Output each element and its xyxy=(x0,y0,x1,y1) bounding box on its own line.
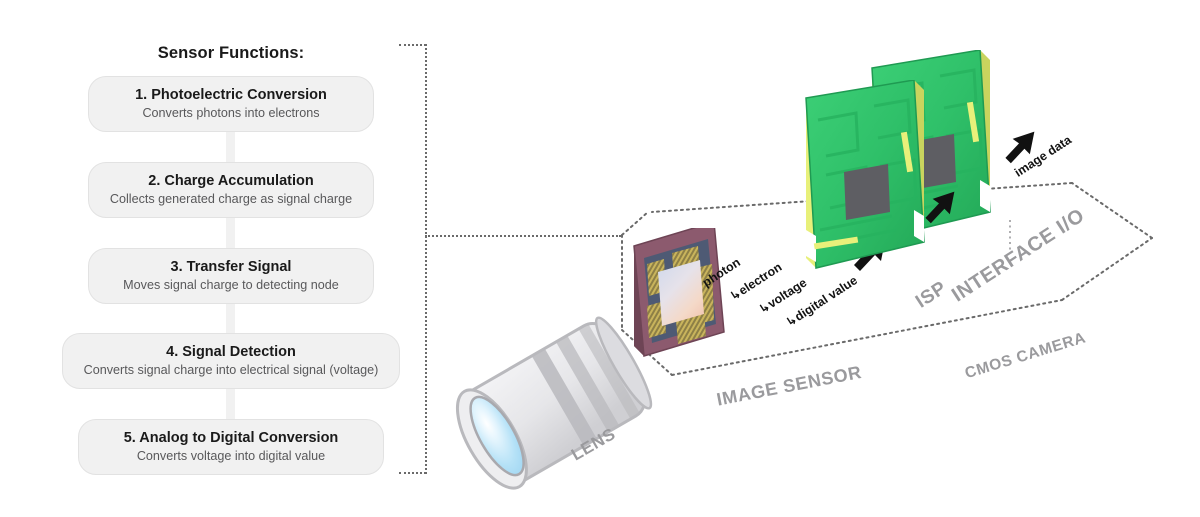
step-box-2[interactable]: 2. Charge Accumulation Collects generate… xyxy=(88,162,374,218)
step-1-title: 1. Photoelectric Conversion xyxy=(135,86,327,103)
step-3-desc: Moves signal charge to detecting node xyxy=(123,278,339,293)
step-box-3[interactable]: 3. Transfer Signal Moves signal charge t… xyxy=(88,248,374,304)
bracket-branch-to-sensor xyxy=(425,235,621,237)
step-4-title: 4. Signal Detection xyxy=(166,343,296,360)
step-5-title: 5. Analog to Digital Conversion xyxy=(123,429,339,446)
step-2-title: 2. Charge Accumulation xyxy=(148,172,314,189)
bracket-vertical xyxy=(425,44,427,474)
step-2-desc: Collects generated charge as signal char… xyxy=(109,192,353,207)
step-4-desc: Converts signal charge into electrical s… xyxy=(83,363,379,378)
step-box-4[interactable]: 4. Signal Detection Converts signal char… xyxy=(62,333,400,389)
image-sensor-illustration xyxy=(633,228,725,357)
diagram-canvas: Sensor Functions: 1. Photoelectric Conve… xyxy=(0,0,1200,517)
step-box-5[interactable]: 5. Analog to Digital Conversion Converts… xyxy=(78,419,384,475)
step-box-1[interactable]: 1. Photoelectric Conversion Converts pho… xyxy=(88,76,374,132)
arrow-isp-to-interface xyxy=(925,191,955,224)
flow-title: Sensor Functions: xyxy=(157,44,305,62)
pcb-isp xyxy=(805,80,925,269)
bracket-top-stub xyxy=(399,44,426,46)
step-1-desc: Converts photons into electrons xyxy=(142,106,320,121)
step-3-title: 3. Transfer Signal xyxy=(170,258,292,275)
cmos-camera-label: CMOS CAMERA xyxy=(963,329,1088,383)
step-5-desc: Converts voltage into digital value xyxy=(136,449,326,464)
bracket-bottom-stub xyxy=(399,472,426,474)
